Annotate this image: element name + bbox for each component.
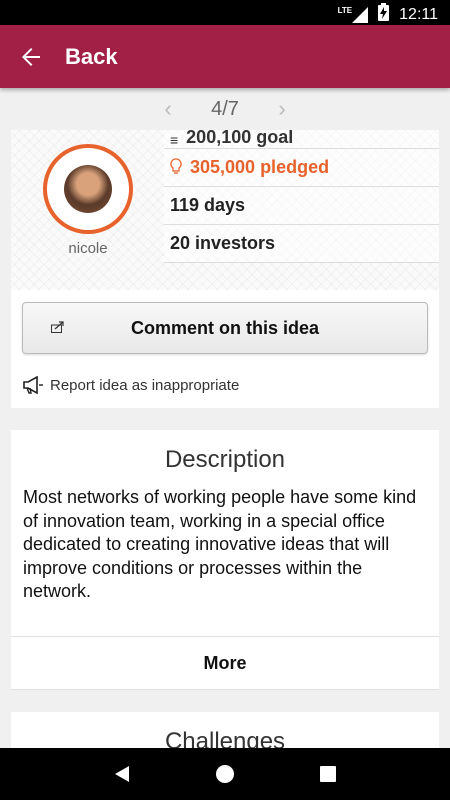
next-chevron-icon[interactable]: › xyxy=(260,96,304,122)
clock: 12:11 xyxy=(399,5,438,23)
days-stat: 119 days xyxy=(164,187,439,225)
back-arrow-icon[interactable] xyxy=(19,45,43,69)
comment-button-label: Comment on this idea xyxy=(130,317,319,338)
navigation-bar xyxy=(0,748,450,800)
avatar[interactable] xyxy=(43,144,133,234)
status-bar: LTE 12:11 xyxy=(0,0,450,25)
idea-content[interactable]: nicole ≡ 200,100 goal 305,000 pledged 11… xyxy=(0,130,450,748)
pledged-stat: 305,000 pledged xyxy=(164,149,439,187)
avatar-photo xyxy=(64,165,112,213)
previous-chevron-icon[interactable]: ‹ xyxy=(146,96,190,122)
challenges-title: Challenges xyxy=(164,728,286,748)
back-button[interactable]: Back xyxy=(65,44,118,70)
idea-summary-card: nicole ≡ 200,100 goal 305,000 pledged 11… xyxy=(11,130,439,408)
pager: ‹ 4/7 › xyxy=(0,88,450,130)
idea-stats: ≡ 200,100 goal 305,000 pledged 119 days … xyxy=(164,130,439,263)
lte-signal-icon: LTE xyxy=(338,6,369,23)
challenges-card: Challenges xyxy=(11,712,439,748)
page-indicator: 4/7 xyxy=(211,97,239,120)
nav-recents-icon[interactable] xyxy=(313,759,343,789)
report-label: Report idea as inappropriate xyxy=(50,376,240,394)
author-name: nicole xyxy=(68,240,108,257)
comment-button[interactable]: Comment on this idea xyxy=(22,302,428,354)
goal-icon: ≡ xyxy=(170,132,179,148)
report-link[interactable]: Report idea as inappropriate xyxy=(22,376,239,394)
goal-stat: ≡ 200,100 goal xyxy=(164,130,439,149)
more-button[interactable]: More xyxy=(11,636,439,690)
app-bar: Back xyxy=(0,25,450,88)
battery-icon xyxy=(378,3,390,26)
description-body: Most networks of working people have som… xyxy=(23,487,417,601)
share-icon xyxy=(51,320,71,336)
megaphone-icon xyxy=(22,376,50,394)
nav-home-icon[interactable] xyxy=(210,759,240,789)
lightbulb-icon xyxy=(170,158,182,177)
investors-stat: 20 investors xyxy=(164,225,439,263)
description-card: Description Most networks of working peo… xyxy=(11,430,439,690)
nav-back-icon[interactable] xyxy=(107,759,137,789)
description-title: Description xyxy=(164,446,286,473)
